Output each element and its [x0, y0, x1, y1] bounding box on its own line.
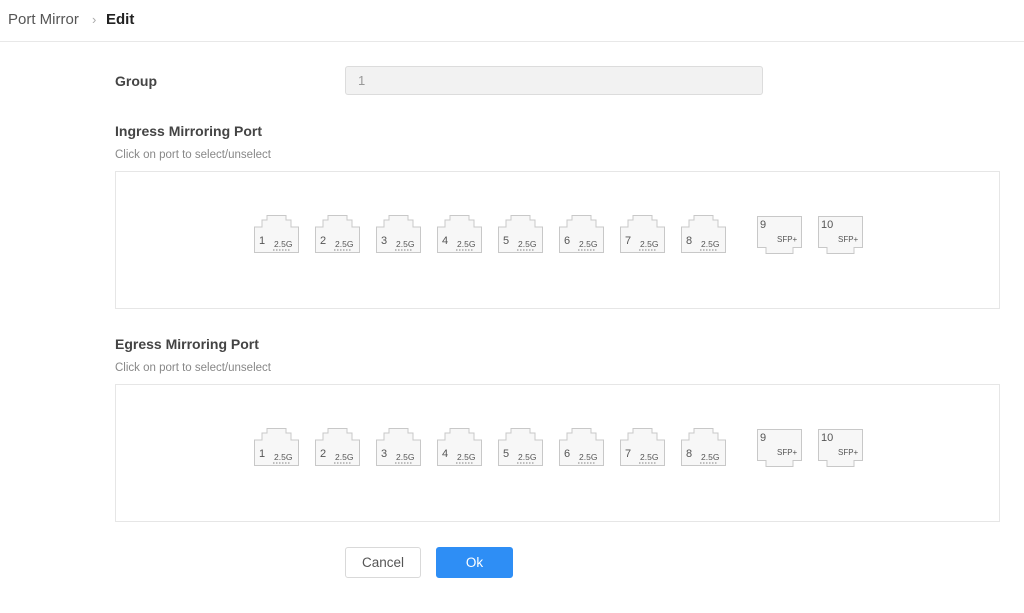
port-number: 7 — [625, 235, 632, 247]
port-number: 2 — [320, 235, 327, 247]
ingress-port-10[interactable]: 10 SFP+ — [817, 215, 864, 255]
egress-port-9[interactable]: 9 SFP+ — [756, 428, 803, 468]
egress-hint: Click on port to select/unselect — [115, 362, 271, 374]
port-speed: 2.5G — [701, 239, 720, 249]
egress-port-panel: 1 2.5G 2 2.5G 3 2.5G 4 2.5G 5 2.5G 6 2.5G 7 2.5G 8 2.5G… — [115, 384, 1000, 522]
egress-port-1[interactable]: 1 2.5G — [253, 427, 300, 467]
port-number: 4 — [442, 235, 449, 247]
port-speed: 2.5G — [335, 452, 354, 462]
port-speed: 2.5G — [396, 239, 415, 249]
port-number: 9 — [760, 219, 767, 231]
port-number: 6 — [564, 235, 571, 247]
egress-port-10[interactable]: 10 SFP+ — [817, 428, 864, 468]
port-number: 1 — [259, 235, 266, 247]
egress-port-2[interactable]: 2 2.5G — [314, 427, 361, 467]
ingress-hint: Click on port to select/unselect — [115, 149, 271, 161]
port-number: 10 — [821, 432, 834, 444]
port-speed: 2.5G — [640, 452, 659, 462]
port-number: 10 — [821, 219, 834, 231]
egress-port-7[interactable]: 7 2.5G — [619, 427, 666, 467]
port-number: 3 — [381, 448, 388, 460]
ingress-port-2[interactable]: 2 2.5G — [314, 214, 361, 254]
ingress-port-9[interactable]: 9 SFP+ — [756, 215, 803, 255]
port-number: 8 — [686, 235, 693, 247]
port-speed: 2.5G — [457, 452, 476, 462]
group-input[interactable]: 1 — [345, 66, 763, 95]
ingress-port-7[interactable]: 7 2.5G — [619, 214, 666, 254]
port-speed: 2.5G — [274, 452, 293, 462]
cancel-button[interactable]: Cancel — [345, 547, 421, 578]
ok-button[interactable]: Ok — [436, 547, 513, 578]
port-number: 7 — [625, 448, 632, 460]
port-number: 8 — [686, 448, 693, 460]
port-speed: 2.5G — [335, 239, 354, 249]
port-speed: SFP+ — [838, 448, 859, 457]
ingress-title: Ingress Mirroring Port — [115, 123, 263, 139]
port-number: 5 — [503, 448, 510, 460]
egress-port-4[interactable]: 4 2.5G — [436, 427, 483, 467]
ingress-port-4[interactable]: 4 2.5G — [436, 214, 483, 254]
port-speed: 2.5G — [518, 452, 537, 462]
ingress-port-5[interactable]: 5 2.5G — [497, 214, 544, 254]
group-label: Group — [115, 73, 157, 89]
port-speed: 2.5G — [579, 239, 598, 249]
port-speed: 2.5G — [518, 239, 537, 249]
egress-port-6[interactable]: 6 2.5G — [558, 427, 605, 467]
chevron-right-icon: › — [92, 12, 97, 27]
port-number: 4 — [442, 448, 449, 460]
port-number: 9 — [760, 432, 767, 444]
port-speed: 2.5G — [457, 239, 476, 249]
port-number: 5 — [503, 235, 510, 247]
egress-port-5[interactable]: 5 2.5G — [497, 427, 544, 467]
port-speed: 2.5G — [640, 239, 659, 249]
port-speed: SFP+ — [777, 235, 798, 244]
egress-port-8[interactable]: 8 2.5G — [680, 427, 727, 467]
ingress-port-6[interactable]: 6 2.5G — [558, 214, 605, 254]
egress-port-3[interactable]: 3 2.5G — [375, 427, 422, 467]
page-title: Edit — [106, 11, 135, 28]
page-header: Port Mirror › Edit — [0, 0, 1024, 42]
port-number: 6 — [564, 448, 571, 460]
port-speed: SFP+ — [838, 235, 859, 244]
ingress-port-8[interactable]: 8 2.5G — [680, 214, 727, 254]
port-speed: 2.5G — [274, 239, 293, 249]
ingress-port-3[interactable]: 3 2.5G — [375, 214, 422, 254]
port-speed: SFP+ — [777, 448, 798, 457]
port-number: 2 — [320, 448, 327, 460]
egress-title: Egress Mirroring Port — [115, 336, 259, 352]
port-number: 1 — [259, 448, 266, 460]
port-speed: 2.5G — [579, 452, 598, 462]
breadcrumb-parent[interactable]: Port Mirror — [8, 11, 79, 28]
port-speed: 2.5G — [396, 452, 415, 462]
ingress-port-panel: 1 2.5G 2 2.5G 3 2.5G 4 2.5G 5 2.5G 6 2.5G 7 2.5G 8 2.5G… — [115, 171, 1000, 309]
port-number: 3 — [381, 235, 388, 247]
ingress-port-1[interactable]: 1 2.5G — [253, 214, 300, 254]
port-speed: 2.5G — [701, 452, 720, 462]
